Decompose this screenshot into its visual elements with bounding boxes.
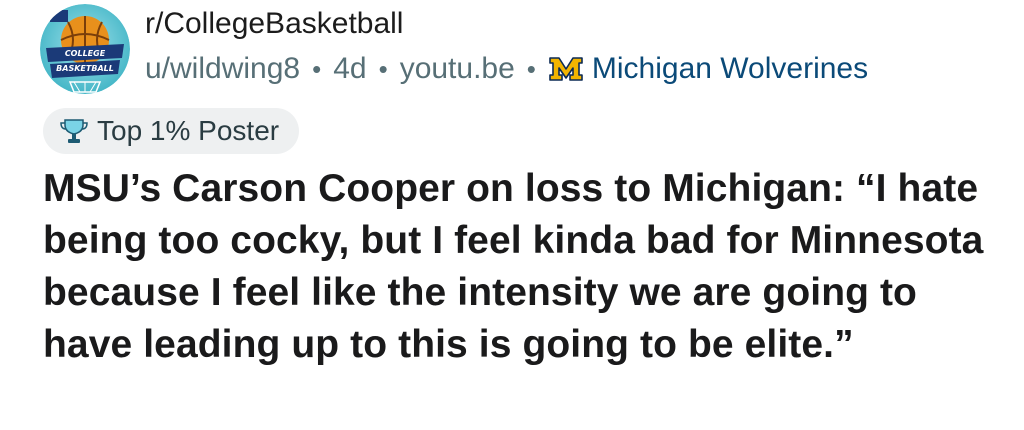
michigan-m-logo-icon	[548, 55, 584, 83]
post-meta: u/wildwing8 • 4d • youtu.be • Michigan W…	[145, 50, 868, 88]
reddit-post: COLLEGE BASKETBALL r/CollegeBasketball u…	[0, 0, 1024, 430]
post-age: 4d	[333, 52, 367, 85]
post-title[interactable]: MSU’s Carson Cooper on loss to Michigan:…	[43, 163, 1003, 371]
team-flair-label: Michigan Wolverines	[591, 52, 869, 85]
trophy-icon	[59, 116, 89, 146]
college-basketball-logo-icon: COLLEGE BASKETBALL	[40, 4, 130, 94]
avatar-line-2: BASKETBALL	[56, 64, 114, 73]
author-link[interactable]: u/wildwing8	[145, 50, 300, 88]
subreddit-avatar[interactable]: COLLEGE BASKETBALL	[40, 4, 130, 94]
meta-separator: •	[312, 54, 322, 84]
meta-separator: •	[378, 54, 388, 84]
post-header: r/CollegeBasketball u/wildwing8 • 4d • y…	[145, 4, 868, 88]
avatar-line-1: COLLEGE	[65, 49, 106, 58]
post-domain[interactable]: youtu.be	[400, 50, 515, 88]
team-flair: Michigan Wolverines	[548, 50, 868, 88]
badge-label: Top 1% Poster	[97, 115, 280, 146]
top-poster-badge[interactable]: Top 1% Poster	[43, 108, 300, 154]
meta-separator: •	[526, 54, 536, 84]
subreddit-name[interactable]: r/CollegeBasketball	[145, 4, 868, 44]
